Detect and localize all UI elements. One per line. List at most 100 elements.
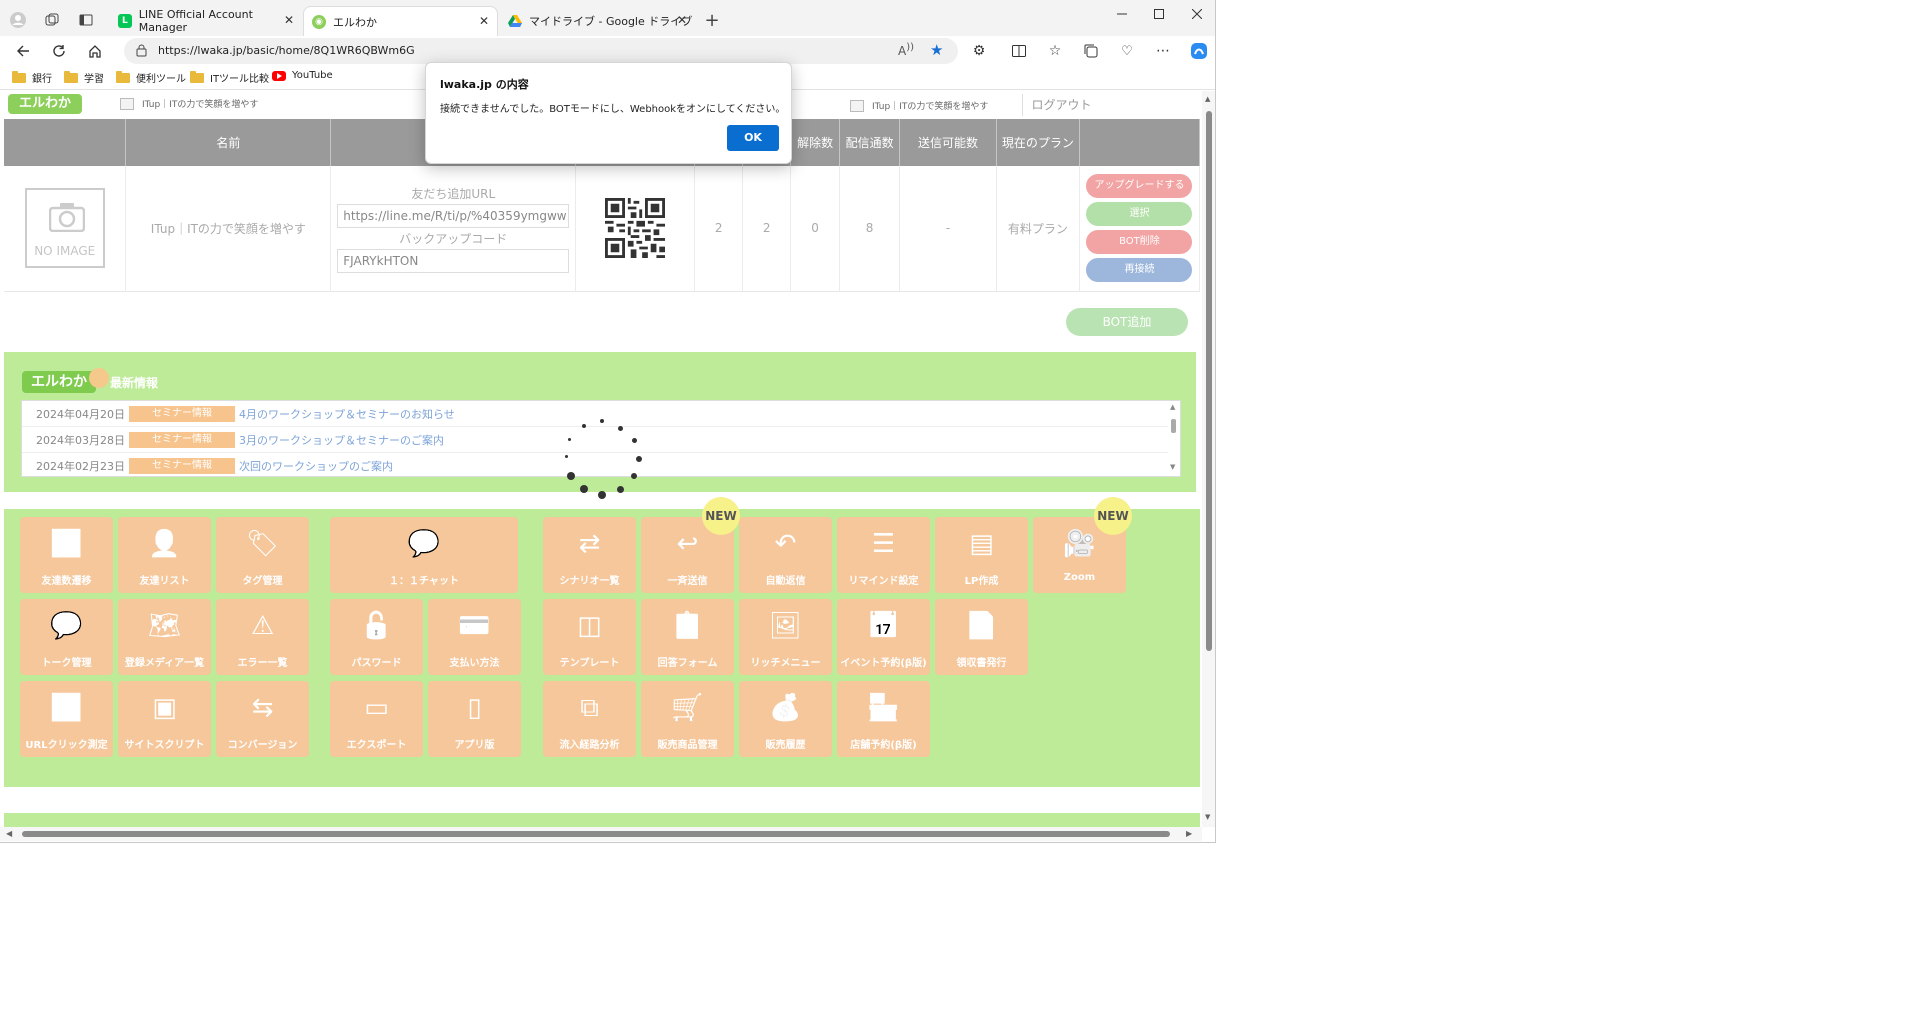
bookmark-it-compare[interactable]: ITツール比較: [190, 70, 269, 85]
news-title[interactable]: 次回のワークショップのご案内: [239, 458, 393, 474]
menu-tile[interactable]: 🏪 店舗予約(β版): [837, 681, 930, 757]
tab-lwaka[interactable]: ◉ エルわか ✕: [303, 6, 498, 36]
workspaces-icon[interactable]: [40, 8, 64, 32]
tab-line-manager[interactable]: L LINE Official Account Manager ✕: [110, 6, 302, 36]
hard-drive-icon: ▭: [364, 693, 389, 723]
close-window-icon[interactable]: [1179, 4, 1215, 24]
menu-tile[interactable]: ▤ LP作成: [935, 517, 1028, 593]
news-scrollbar[interactable]: ▲ ▼: [1168, 403, 1178, 475]
address-bar[interactable]: https://lwaka.jp/basic/home/8Q1WR6QBWm6G…: [124, 38, 958, 64]
menu-tile[interactable]: ▭ エクスポート: [330, 681, 423, 757]
menu-tile[interactable]: 💬 １：１チャット: [330, 517, 518, 593]
menu-tile[interactable]: 📄 領収書発行: [935, 599, 1028, 675]
menu-tile[interactable]: ⧉ 流入経路分析: [543, 681, 636, 757]
bookmark-study[interactable]: 学習: [64, 70, 104, 85]
menu-tile[interactable]: 💰 販売履歴: [739, 681, 832, 757]
lock-icon: 🔓: [360, 611, 393, 641]
browser-essentials-icon[interactable]: ♡: [1114, 39, 1140, 63]
copilot-icon[interactable]: [1186, 39, 1212, 63]
bookmark-bank[interactable]: 銀行: [12, 70, 52, 85]
menu-tile[interactable]: 🛒 販売商品管理: [641, 681, 734, 757]
bookmark-youtube[interactable]: YouTube: [272, 70, 333, 81]
select-button[interactable]: 選択: [1086, 202, 1193, 227]
new-tab-button[interactable]: +: [700, 8, 724, 32]
menu-tile[interactable]: ▣ サイトスクリプト: [118, 681, 211, 757]
table-row: NO IMAGE ITup｜ITの力で笑顔を増やす 友だち追加URL https…: [4, 166, 1201, 292]
scroll-up-icon[interactable]: ▲: [1170, 403, 1175, 411]
warning-icon: ⚠: [250, 611, 275, 641]
back-icon[interactable]: [10, 39, 36, 63]
vertical-scroll-thumb[interactable]: [1206, 111, 1212, 651]
profile-icon[interactable]: [6, 8, 30, 32]
reconnect-button[interactable]: 再接続: [1086, 258, 1193, 283]
menu-tile[interactable]: 📋 回答フォーム: [641, 599, 734, 675]
ok-button[interactable]: OK: [727, 125, 779, 151]
close-tab-icon[interactable]: ✕: [677, 13, 687, 27]
menu-tile[interactable]: ▯ アプリ版: [428, 681, 521, 757]
logout-link[interactable]: ログアウト: [1022, 94, 1100, 116]
close-tab-icon[interactable]: ✕: [284, 13, 294, 27]
news-scroll-thumb[interactable]: [1171, 419, 1176, 433]
menu-tile[interactable]: ⇄ シナリオ一覧: [543, 517, 636, 593]
line-favicon-icon: L: [118, 14, 132, 28]
menu-tile[interactable]: 💬 トーク管理: [20, 599, 113, 675]
bookmark-tools[interactable]: 便利ツール: [116, 70, 186, 85]
news-title[interactable]: 3月のワークショップ＆セミナーのご案内: [239, 432, 444, 448]
menu-tile[interactable]: ⇆ コンバージョン: [216, 681, 309, 757]
horizontal-scrollbar[interactable]: ◀ ▶: [0, 827, 1202, 841]
scroll-up-icon[interactable]: ▲: [1205, 95, 1210, 103]
scroll-down-icon[interactable]: ▼: [1205, 813, 1210, 821]
menu-tile-label: 店舗予約(β版): [850, 740, 917, 751]
menu-tile[interactable]: ☰ リマインド設定: [837, 517, 930, 593]
tab-google-drive[interactable]: マイドライブ - Google ドライブ ✕: [500, 6, 695, 36]
calendar-icon: 📅: [867, 611, 900, 641]
home-icon[interactable]: [82, 39, 108, 63]
refresh-icon[interactable]: [46, 39, 72, 63]
menu-tile[interactable]: ◫ テンプレート: [543, 599, 636, 675]
menu-tile[interactable]: 📅 イベント予約(β版): [837, 599, 930, 675]
folder-icon: [64, 70, 78, 83]
menu-tile[interactable]: ⚠ エラー一覧: [216, 599, 309, 675]
menu-tile[interactable]: 🖼 リッチメニュー: [739, 599, 832, 675]
delete-bot-button[interactable]: BOT削除: [1086, 230, 1193, 255]
lock-icon[interactable]: [136, 44, 147, 60]
minimize-icon[interactable]: [1104, 4, 1140, 24]
url-text[interactable]: https://lwaka.jp/basic/home/8Q1WR6QBWm6G: [158, 44, 415, 57]
document-icon: 📄: [965, 611, 998, 641]
google-drive-favicon-icon: [508, 14, 522, 28]
menu-tile[interactable]: 🗺 登録メディア一覧: [118, 599, 211, 675]
vertical-scrollbar[interactable]: ▲ ▼: [1202, 91, 1215, 827]
user-icon: 👤: [148, 529, 181, 559]
scroll-left-icon[interactable]: ◀: [6, 829, 12, 838]
news-title[interactable]: 4月のワークショップ＆セミナーのお知らせ: [239, 406, 455, 422]
split-screen-icon[interactable]: [1006, 39, 1032, 63]
lwaka-logo[interactable]: エルわか: [8, 94, 82, 114]
friend-url-field[interactable]: https://line.me/R/ti/p/%40359ymgww: [337, 204, 570, 229]
upgrade-button[interactable]: アップグレードする: [1086, 174, 1193, 199]
table-header: 現在のプラン: [996, 119, 1080, 166]
account-name: ITup｜ITの力で笑顔を増やす: [872, 102, 989, 112]
bot-add-button[interactable]: BOT追加: [1066, 308, 1188, 336]
collections-icon[interactable]: [1078, 39, 1104, 63]
maximize-icon[interactable]: [1141, 4, 1177, 24]
menu-tile[interactable]: 👤 友達リスト: [118, 517, 211, 593]
horizontal-scroll-thumb[interactable]: [22, 831, 1170, 837]
close-tab-icon[interactable]: ✕: [479, 14, 489, 28]
favorite-star-icon[interactable]: ★: [930, 41, 943, 59]
menu-tile[interactable]: 📈 友達数遷移: [20, 517, 113, 593]
menu-tile[interactable]: 🏷 タグ管理: [216, 517, 309, 593]
favorites-icon[interactable]: ☆: [1042, 39, 1068, 63]
news-tag: セミナー情報: [129, 458, 235, 474]
scroll-right-icon[interactable]: ▶: [1186, 829, 1192, 838]
money-bag-icon: 💰: [769, 693, 802, 723]
menu-tile[interactable]: 💳 支払い方法: [428, 599, 521, 675]
read-aloud-icon[interactable]: A)): [898, 42, 914, 58]
scroll-down-icon[interactable]: ▼: [1170, 463, 1175, 471]
backup-code-field[interactable]: FJARYkHTON: [337, 249, 570, 274]
more-menu-icon[interactable]: ⋯: [1150, 39, 1176, 63]
menu-tile[interactable]: ↶ 自動返信: [739, 517, 832, 593]
menu-tile[interactable]: 📊 URLクリック測定: [20, 681, 113, 757]
menu-tile[interactable]: 🔓 パスワード: [330, 599, 423, 675]
extensions-icon[interactable]: ⚙: [966, 39, 992, 63]
tab-actions-icon[interactable]: [74, 8, 98, 32]
